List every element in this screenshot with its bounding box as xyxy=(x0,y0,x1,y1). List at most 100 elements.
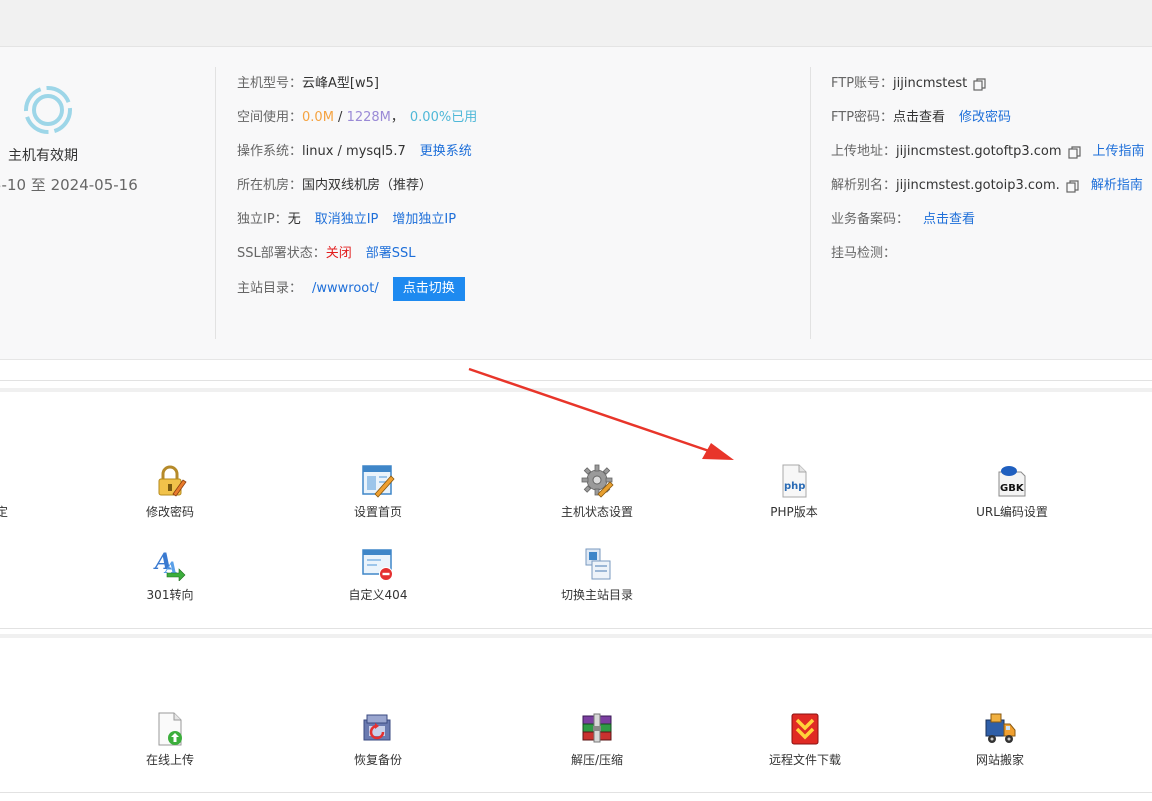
space-used-value: 0.0M xyxy=(302,110,334,125)
malware-label: 挂马检测： xyxy=(831,246,897,261)
upload-file-icon xyxy=(158,712,182,746)
remote-download-icon xyxy=(791,713,819,745)
space-usage-label: 空间使用： xyxy=(237,110,303,125)
tool-label: URL编码设置 xyxy=(976,505,1048,519)
copy-icon[interactable] xyxy=(973,77,986,91)
tool-online-upload[interactable]: 在线上传 xyxy=(100,712,240,768)
tool-label: PHP版本 xyxy=(770,505,818,519)
tool-restore-backup[interactable]: 恢复备份 xyxy=(308,712,448,768)
space-separator: / xyxy=(333,110,347,125)
homepage-window-icon xyxy=(362,465,395,498)
validity-block: 主机有效期 5-10 至 2024-05-16 xyxy=(0,47,215,360)
malware-row: 挂马检测： xyxy=(831,244,896,264)
ftp-password-row: FTP密码： 点击查看 修改密码 xyxy=(831,108,1011,128)
alias-label: 解析别名： xyxy=(831,178,897,193)
tool-label: 远程文件下载 xyxy=(768,753,841,767)
room-value: 国内双线机房（推荐） xyxy=(302,178,433,193)
os-row: 操作系统： linux / mysql5.7 更换系统 xyxy=(237,142,472,162)
tool-label: 设置首页 xyxy=(353,505,402,519)
ssl-row: SSL部署状态： 关闭 部署SSL xyxy=(237,244,416,264)
ftp-account-value: jijincmstest xyxy=(893,76,968,91)
alias-value: jijincmstest.gotoip3.com. xyxy=(896,178,1060,193)
lock-pencil-icon xyxy=(158,465,187,497)
tool-site-migration[interactable]: 网站搬家 xyxy=(930,712,1070,768)
tool-label: 主机状态设置 xyxy=(560,505,633,519)
svg-text:php: php xyxy=(784,481,805,492)
gbk-icon: GBK xyxy=(998,466,1026,497)
validity-label: 主机有效期 xyxy=(8,148,78,164)
section-divider xyxy=(0,792,1152,793)
space-usage-row: 空间使用： 0.0M / 1228M ， 0.00%已用 xyxy=(237,108,477,128)
host-model-value: 云峰A型[w5] xyxy=(302,76,379,91)
tool-301-redirect[interactable]: A A 301转向 xyxy=(100,547,240,603)
icp-label: 业务备案码： xyxy=(831,212,910,227)
space-percent-value: 0.00%已用 xyxy=(409,110,478,125)
tool-change-password[interactable]: 修改密码 xyxy=(100,464,240,520)
tool-label: 301转向 xyxy=(146,588,194,602)
ftp-account-row: FTP账号： jijincmstest xyxy=(831,74,986,94)
host-model-label: 主机型号： xyxy=(237,76,303,91)
tool-label: 自定义404 xyxy=(348,588,408,602)
section-divider xyxy=(0,380,1152,381)
validity-ring-icon xyxy=(24,86,72,134)
restore-backup-icon xyxy=(363,714,391,741)
copy-icon[interactable] xyxy=(1066,179,1079,193)
add-ip-link[interactable]: 增加独立IP xyxy=(392,210,456,230)
archive-icon xyxy=(582,713,612,743)
tool-label: 解压/压缩 xyxy=(570,753,624,767)
tool-host-status[interactable]: 主机状态设置 xyxy=(527,464,667,520)
dedicated-ip-value: 无 xyxy=(287,212,301,227)
tool-switch-main-directory[interactable]: 切换主站目录 xyxy=(527,547,667,603)
change-os-link[interactable]: 更换系统 xyxy=(420,142,472,162)
switch-root-button[interactable]: 点击切换 xyxy=(392,277,465,301)
php-file-icon: php xyxy=(782,464,807,498)
column-divider xyxy=(810,67,811,339)
tool-set-homepage[interactable]: 设置首页 xyxy=(308,464,448,520)
svg-text:GBK: GBK xyxy=(1000,483,1025,494)
ssl-status-value: 关闭 xyxy=(325,246,352,261)
tool-unzip-compress[interactable]: 解压/压缩 xyxy=(527,712,667,768)
upload-guide-link[interactable]: 上传指南 xyxy=(1093,142,1145,162)
deploy-ssl-link[interactable]: 部署SSL xyxy=(366,244,416,264)
tool-custom-404[interactable]: 自定义404 xyxy=(308,547,448,603)
upload-address-value: jijincmstest.gotoftp3.com xyxy=(896,144,1062,159)
tool-php-version[interactable]: php PHP版本 xyxy=(724,464,864,520)
upload-address-label: 上传地址： xyxy=(831,144,897,159)
root-dir-value[interactable]: /wwwroot/ xyxy=(312,279,379,299)
tool-label: 在线上传 xyxy=(145,753,194,767)
view-password-text[interactable]: 点击查看 xyxy=(893,108,945,128)
space-comma: ， xyxy=(390,110,404,125)
room-row: 所在机房： 国内双线机房（推荐） xyxy=(237,176,432,196)
cancel-ip-link[interactable]: 取消独立IP xyxy=(315,210,379,230)
redirect-icon: A A xyxy=(153,549,186,581)
os-label: 操作系统： xyxy=(237,144,303,159)
error-page-icon xyxy=(362,549,393,581)
tool-label: 切换主站目录 xyxy=(560,588,633,602)
icp-view-link[interactable]: 点击查看 xyxy=(923,210,975,230)
tool-url-encoding[interactable]: GBK URL编码设置 xyxy=(942,464,1082,520)
validity-range: 5-10 至 2024-05-16 xyxy=(0,176,138,194)
os-value: linux / mysql5.7 xyxy=(302,144,406,159)
tool-label: 网站搬家 xyxy=(975,753,1024,767)
tool-label: 恢复备份 xyxy=(353,753,402,767)
upload-address-row: 上传地址： jijincmstest.gotoftp3.com 上传指南 xyxy=(831,142,1145,162)
tool-remote-download[interactable]: 远程文件下载 xyxy=(735,712,875,768)
moving-truck-icon xyxy=(985,713,1016,743)
root-dir-row: 主站目录： /wwwroot/ 点击切换 xyxy=(237,276,465,302)
partial-icon xyxy=(0,464,19,498)
section-divider xyxy=(0,628,1152,629)
dedicated-ip-row: 独立IP： 无 取消独立IP 增加独立IP xyxy=(237,210,456,230)
alias-guide-link[interactable]: 解析指南 xyxy=(1091,176,1143,196)
tool-partial[interactable]: 定 xyxy=(0,464,72,520)
tool-label: 修改密码 xyxy=(145,505,194,519)
alias-row: 解析别名： jijincmstest.gotoip3.com. 解析指南 xyxy=(831,176,1143,196)
ftp-account-label: FTP账号： xyxy=(831,76,894,91)
host-info-panel: 主机有效期 5-10 至 2024-05-16 主机型号： 云峰A型[w5] 空… xyxy=(0,47,1152,360)
icp-row: 业务备案码： 点击查看 xyxy=(831,210,975,230)
copy-icon[interactable] xyxy=(1067,145,1081,159)
section-band xyxy=(0,388,1152,392)
column-divider xyxy=(215,67,216,339)
space-total-value: 1228M xyxy=(346,110,391,125)
section-band xyxy=(0,634,1152,638)
change-password-link[interactable]: 修改密码 xyxy=(959,108,1011,128)
